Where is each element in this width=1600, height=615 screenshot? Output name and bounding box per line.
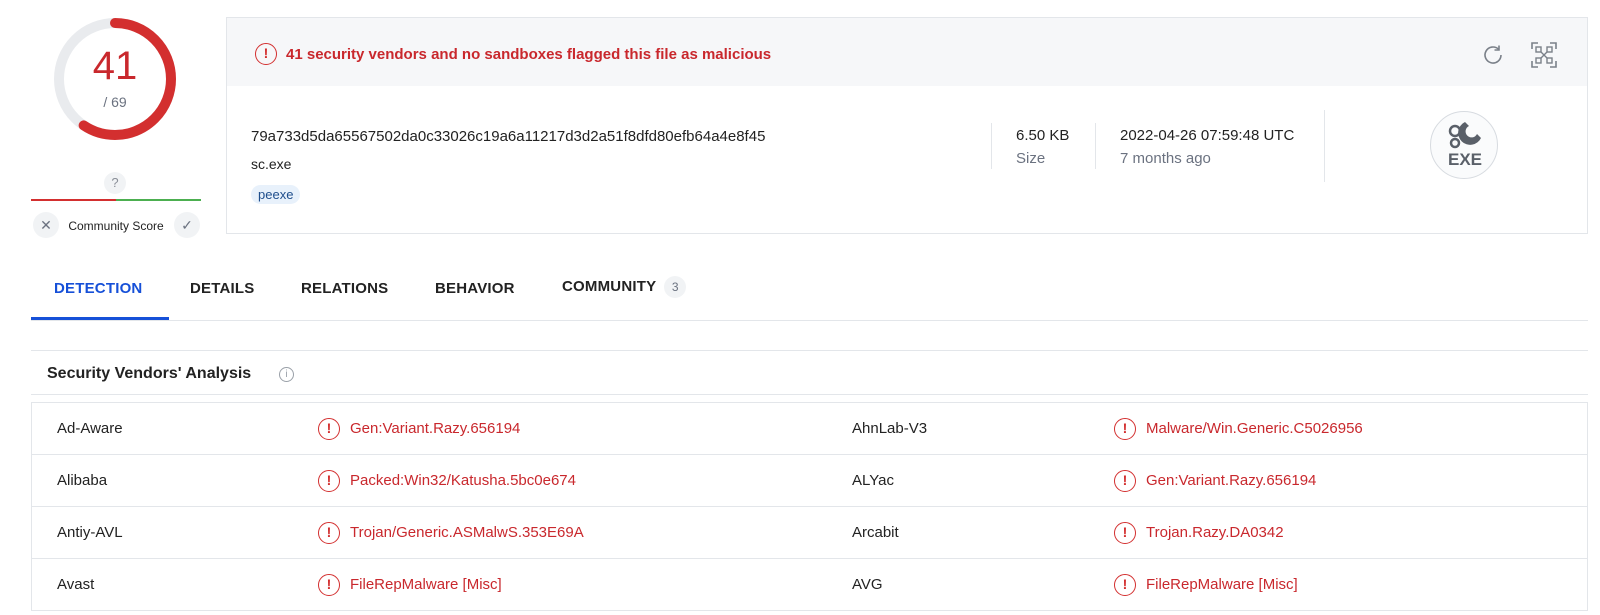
vote-harmless-button[interactable]: ✓ <box>174 212 200 238</box>
vendor-name: Antiy-AVL <box>57 524 123 541</box>
community-count-badge: 3 <box>664 276 687 298</box>
table-row: Avast ! FileRepMalware [Misc] AVG ! File… <box>32 559 1587 611</box>
section-header: Security Vendors' Analysis i <box>31 350 1588 395</box>
alert-icon: ! <box>318 418 340 440</box>
detection-banner: ! 41 security vendors and no sandboxes f… <box>227 18 1587 86</box>
file-size-label: Size <box>1016 150 1046 167</box>
close-icon: ✕ <box>40 217 52 233</box>
info-icon[interactable]: i <box>279 367 294 382</box>
file-type-badge: EXE <box>1430 111 1498 179</box>
last-analysis-relative: 7 months ago <box>1120 150 1211 167</box>
table-row: Antiy-AVL ! Trojan/Generic.ASMalwS.353E6… <box>32 507 1587 559</box>
alert-icon: ! <box>1114 522 1136 544</box>
file-tag[interactable]: peexe <box>251 185 301 204</box>
tab-community[interactable]: COMMUNITY 3 <box>562 276 687 298</box>
detection-count: 41 <box>92 44 138 88</box>
alert-icon: ! <box>1114 418 1136 440</box>
report-tabs: DETECTION DETAILS RELATIONS BEHAVIOR COM… <box>31 268 1588 321</box>
vendor-results-table: Ad-Aware ! Gen:Variant.Razy.656194 AhnLa… <box>31 402 1588 611</box>
alert-icon: ! <box>255 43 277 65</box>
tab-behavior[interactable]: BEHAVIOR <box>435 280 515 297</box>
community-score-bar <box>31 199 201 201</box>
file-name: sc.exe <box>251 156 292 172</box>
engine-total: / 69 <box>103 94 127 110</box>
tab-detection[interactable]: DETECTION <box>54 280 142 297</box>
tab-relations[interactable]: RELATIONS <box>301 280 388 297</box>
file-size-value: 6.50 KB <box>1016 127 1070 144</box>
detection-banner-text: 41 security vendors and no sandboxes fla… <box>286 46 772 63</box>
vendor-result: Malware/Win.Generic.C5026956 <box>1146 420 1363 437</box>
table-row: Ad-Aware ! Gen:Variant.Razy.656194 AhnLa… <box>32 403 1587 455</box>
file-hash[interactable]: 79a733d5da65567502da0c33026c19a6a11217d3… <box>251 128 765 145</box>
community-score-bar-negative <box>31 199 116 201</box>
check-icon: ✓ <box>181 217 193 233</box>
divider <box>991 123 992 169</box>
vendor-result: Trojan.Razy.DA0342 <box>1146 524 1284 541</box>
tab-community-label: COMMUNITY <box>562 277 657 295</box>
alert-icon: ! <box>1114 470 1136 492</box>
vendor-result: Trojan/Generic.ASMalwS.353E69A <box>350 524 584 541</box>
reanalyze-icon[interactable] <box>1480 42 1506 68</box>
detection-score-gauge: 41 / 69 <box>52 16 178 142</box>
vendor-name: Arcabit <box>852 524 899 541</box>
vote-harmful-button[interactable]: ✕ <box>33 212 59 238</box>
vendor-result: Gen:Variant.Razy.656194 <box>350 420 521 437</box>
similar-search-icon[interactable] <box>1529 40 1559 70</box>
alert-icon: ! <box>1114 574 1136 596</box>
vendor-name: Alibaba <box>57 472 108 489</box>
last-analysis-date: 2022-04-26 07:59:48 UTC <box>1120 127 1295 144</box>
community-score-label: Community Score <box>68 219 164 233</box>
vendor-result: FileRepMalware [Misc] <box>350 576 502 593</box>
file-type-label: EXE <box>1447 150 1483 169</box>
vendor-result: Gen:Variant.Razy.656194 <box>1146 472 1317 489</box>
divider <box>1324 110 1325 182</box>
vendor-result: FileRepMalware [Misc] <box>1146 576 1298 593</box>
community-score-bar-positive <box>116 199 201 201</box>
table-row: Alibaba ! Packed:Win32/Katusha.5bc0e674 … <box>32 455 1587 507</box>
section-title: Security Vendors' Analysis <box>47 365 252 382</box>
file-summary-card: ! 41 security vendors and no sandboxes f… <box>226 17 1588 234</box>
alert-icon: ! <box>318 470 340 492</box>
community-score-value: ? <box>104 172 126 194</box>
alert-icon: ! <box>318 574 340 596</box>
tab-details[interactable]: DETAILS <box>190 280 254 297</box>
vendor-name: AVG <box>852 576 883 593</box>
vendor-name: Ad-Aware <box>57 420 123 437</box>
gears-icon <box>1448 122 1481 149</box>
vendor-name: Avast <box>57 576 95 593</box>
vendor-name: ALYac <box>852 472 894 489</box>
active-tab-indicator <box>31 317 169 320</box>
alert-icon: ! <box>318 522 340 544</box>
divider <box>1095 123 1096 169</box>
vendor-result: Packed:Win32/Katusha.5bc0e674 <box>350 472 576 489</box>
vendor-name: AhnLab-V3 <box>852 420 928 437</box>
